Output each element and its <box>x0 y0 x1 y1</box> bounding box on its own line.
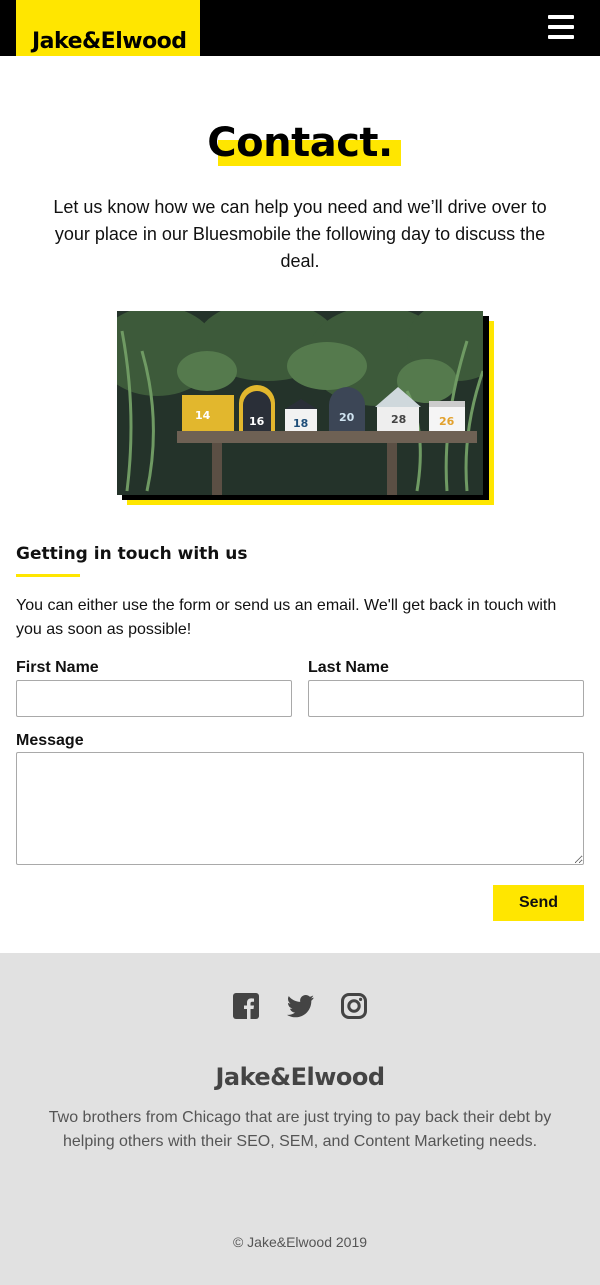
section-underline <box>16 574 80 577</box>
twitter-icon[interactable] <box>286 993 315 1019</box>
site-header: Jake&Elwood <box>0 0 600 56</box>
mailbox-number: 28 <box>391 413 406 426</box>
logo[interactable]: Jake&Elwood <box>16 0 200 56</box>
mailbox-number: 18 <box>293 417 308 430</box>
instagram-icon[interactable] <box>341 993 367 1019</box>
page-title-wrap: Contact. <box>0 120 600 166</box>
message-textarea[interactable] <box>16 752 584 865</box>
section-title: Getting in touch with us <box>16 544 248 564</box>
copyright-text: © Jake&Elwood 2019 <box>232 1234 368 1250</box>
site-footer: Jake&Elwood Two brothers from Chicago th… <box>0 953 600 1285</box>
mailboxes-photo: 14 16 18 20 28 26 <box>117 311 483 495</box>
last-name-input[interactable] <box>308 680 584 717</box>
hamburger-menu-icon[interactable] <box>548 15 574 39</box>
mailbox-number: 20 <box>339 411 355 424</box>
mailbox-number: 14 <box>195 409 211 422</box>
last-name-label: Last Name <box>308 659 389 676</box>
intro-text: Let us know how we can help you need and… <box>53 197 547 271</box>
logo-text: Jake&Elwood <box>32 29 187 54</box>
facebook-icon[interactable] <box>233 993 259 1019</box>
section-text: You can either use the form or send us a… <box>16 597 557 638</box>
mailbox-number: 26 <box>439 415 455 428</box>
page-title: Contact. <box>207 120 393 166</box>
footer-description: Two brothers from Chicago that are just … <box>48 1109 552 1150</box>
footer-logo[interactable]: Jake&Elwood <box>0 1063 600 1091</box>
first-name-label: First Name <box>16 659 99 676</box>
send-button[interactable]: Send <box>493 885 584 921</box>
message-label: Message <box>16 732 84 749</box>
first-name-input[interactable] <box>16 680 292 717</box>
mailbox-number: 16 <box>249 415 265 428</box>
